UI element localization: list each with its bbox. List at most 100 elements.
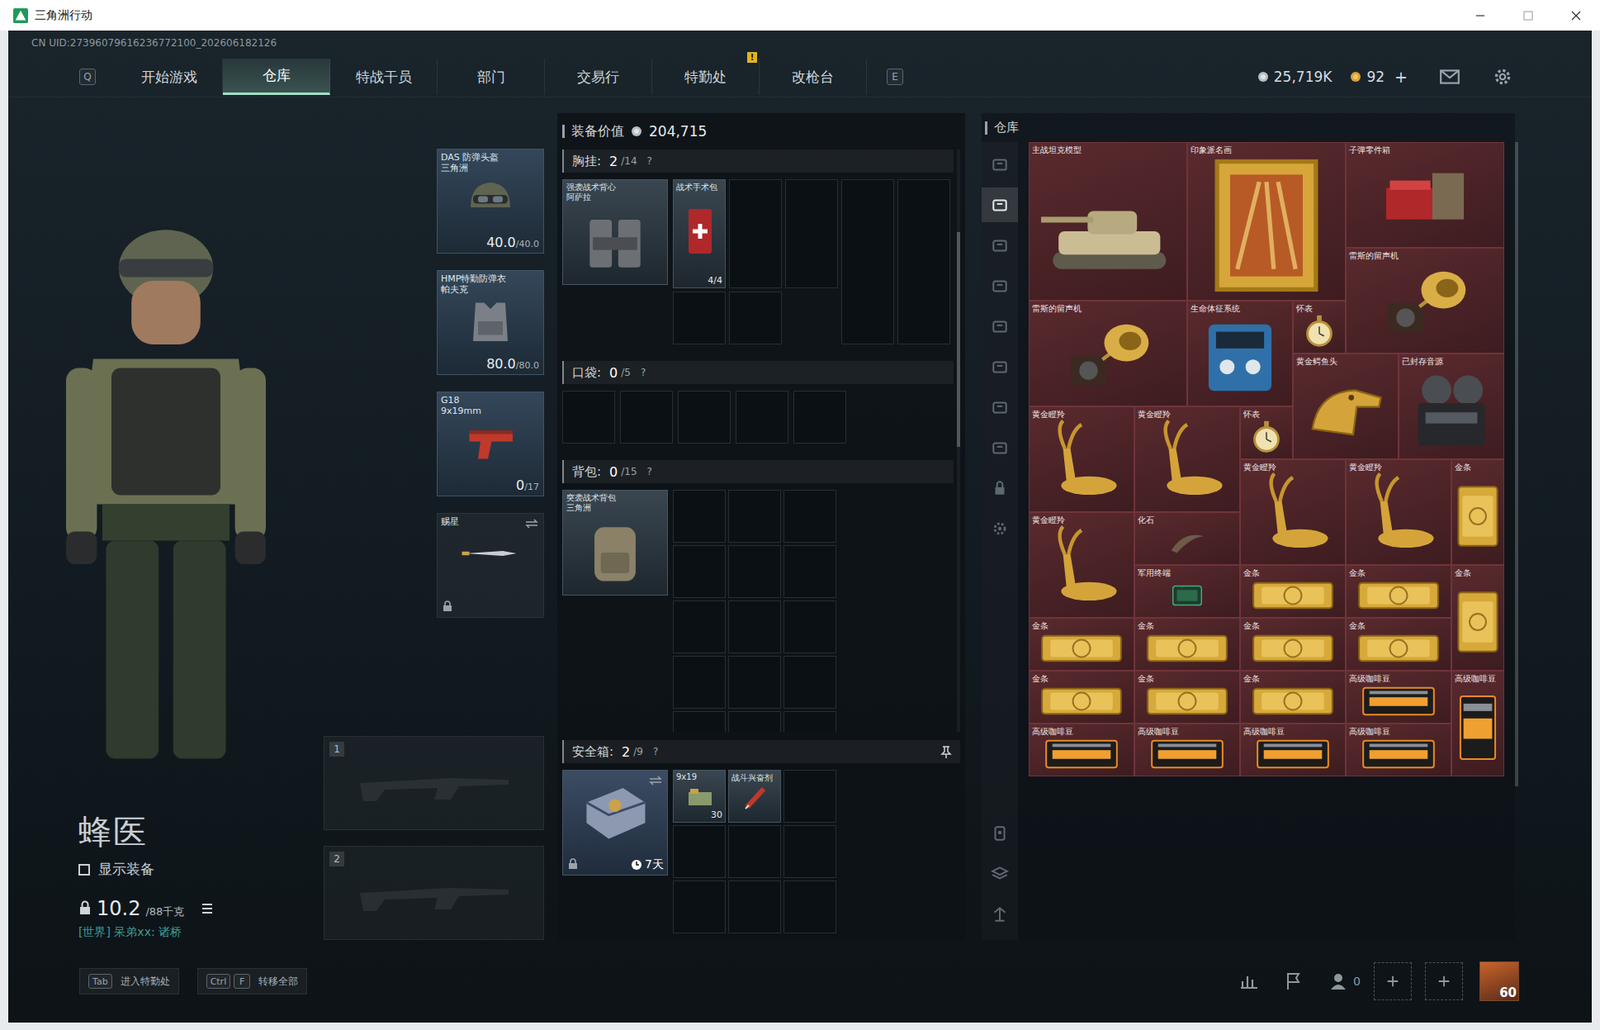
warehouse-item[interactable]: 高级咖啡豆 bbox=[1134, 723, 1241, 777]
equipment-slot[interactable]: DAS 防弹头盔 三角洲 40.0/40.0 bbox=[436, 148, 545, 254]
warehouse-item[interactable]: 金条 bbox=[1028, 670, 1135, 724]
warehouse-item[interactable]: 高级咖啡豆 bbox=[1240, 723, 1346, 777]
warehouse-item[interactable]: 怀表 bbox=[1292, 300, 1346, 354]
warehouse-item[interactable]: 高级咖啡豆 bbox=[1345, 670, 1452, 724]
backpack-slot[interactable] bbox=[728, 489, 782, 543]
item[interactable]: 战斗兴奋剂 bbox=[728, 769, 782, 823]
mail-icon[interactable] bbox=[1439, 66, 1461, 88]
empty-slot[interactable] bbox=[841, 179, 895, 345]
empty-slot[interactable] bbox=[897, 179, 951, 345]
warehouse-tool[interactable] bbox=[981, 896, 1018, 932]
show-gear-toggle[interactable]: 显示装备 bbox=[78, 859, 324, 879]
help-button[interactable]: ? bbox=[653, 745, 658, 758]
warehouse-tool[interactable] bbox=[981, 856, 1018, 891]
warehouse-tab[interactable] bbox=[981, 308, 1018, 344]
pocket-slot[interactable] bbox=[677, 390, 731, 444]
safe-slot[interactable] bbox=[783, 880, 837, 933]
backpack-slot[interactable] bbox=[728, 544, 782, 598]
pocket-slot[interactable] bbox=[620, 390, 673, 444]
backpack-slot[interactable] bbox=[783, 710, 837, 732]
backpack-slot[interactable] bbox=[672, 600, 726, 654]
warehouse-item[interactable]: 金条 bbox=[1345, 617, 1452, 671]
maximize-icon[interactable] bbox=[1504, 0, 1553, 31]
warehouse-item[interactable]: 化石 bbox=[1134, 511, 1241, 565]
pocket-slot[interactable] bbox=[793, 390, 847, 444]
help-button[interactable]: ? bbox=[647, 155, 653, 167]
chat-message[interactable]: [世界] 呆弟xx: 诸桥 bbox=[78, 924, 324, 940]
backpack-slot[interactable] bbox=[672, 655, 726, 709]
key-hint-button[interactable]: Tab 进入特勤处 bbox=[79, 967, 180, 995]
backpack-slot[interactable] bbox=[783, 600, 837, 654]
list-icon[interactable] bbox=[200, 901, 214, 915]
invite-slot[interactable] bbox=[1424, 961, 1463, 1000]
warehouse-tab[interactable] bbox=[981, 187, 1018, 223]
gear-icon[interactable] bbox=[1491, 66, 1514, 88]
pocket-slot[interactable] bbox=[735, 390, 789, 444]
backpack[interactable]: 突袭战术背包三角洲 bbox=[562, 489, 668, 596]
friends-button[interactable]: 0 bbox=[1328, 970, 1361, 991]
warehouse-item[interactable]: 生命体征系统 bbox=[1187, 300, 1293, 407]
warehouse-item[interactable]: 子弹零件箱 bbox=[1345, 142, 1505, 248]
nav-tab[interactable]: 改枪台 bbox=[759, 58, 867, 95]
empty-slot[interactable] bbox=[728, 179, 782, 289]
backpack-slot[interactable] bbox=[672, 489, 726, 543]
pocket-slot[interactable] bbox=[562, 390, 616, 444]
nav-tab[interactable]: 特勤处 ! bbox=[652, 58, 760, 95]
stats-icon[interactable] bbox=[1239, 970, 1260, 991]
minimize-icon[interactable] bbox=[1456, 0, 1505, 31]
secure-case[interactable]: 7天 bbox=[562, 769, 668, 876]
nav-tab[interactable]: 交易行 bbox=[544, 58, 653, 95]
player-avatar[interactable]: 60 bbox=[1479, 960, 1520, 1001]
warehouse-tool[interactable] bbox=[981, 815, 1018, 851]
backpack-slot[interactable] bbox=[728, 600, 782, 654]
checkbox[interactable] bbox=[78, 863, 90, 876]
warehouse-item[interactable]: 金条 bbox=[1134, 617, 1241, 671]
safe-slot[interactable] bbox=[728, 880, 782, 933]
swap-icon[interactable] bbox=[648, 775, 663, 786]
warehouse-item[interactable]: 军用终端 bbox=[1134, 564, 1241, 618]
item[interactable]: 战术手术包 4/4 bbox=[672, 179, 726, 289]
backpack-slot[interactable] bbox=[783, 544, 837, 598]
warehouse-item[interactable]: 黄金瞪羚 bbox=[1134, 406, 1241, 512]
warehouse-tab[interactable] bbox=[981, 349, 1018, 384]
swap-icon[interactable] bbox=[525, 518, 539, 529]
safe-slot[interactable] bbox=[672, 824, 726, 878]
warehouse-item[interactable]: 高级咖啡豆 bbox=[1028, 723, 1135, 777]
warehouse-item[interactable]: 黄金鳄鱼头 bbox=[1292, 353, 1399, 460]
warehouse-item[interactable]: 已封存音源 bbox=[1398, 353, 1505, 460]
backpack-slot[interactable] bbox=[672, 710, 726, 732]
nav-tab[interactable]: 特战干员 bbox=[330, 58, 438, 95]
flag-icon[interactable] bbox=[1283, 970, 1304, 991]
safe-slot[interactable] bbox=[783, 824, 837, 878]
character-model[interactable] bbox=[8, 113, 324, 810]
warehouse-item[interactable]: 黄金瞪羚 bbox=[1240, 459, 1346, 565]
warehouse-item[interactable]: 金条 bbox=[1345, 564, 1452, 618]
backpack-slot[interactable] bbox=[672, 544, 726, 598]
invite-slot[interactable] bbox=[1373, 961, 1412, 1000]
empty-slot[interactable] bbox=[728, 291, 782, 345]
warehouse-tab[interactable] bbox=[981, 227, 1018, 263]
equipment-slot[interactable]: G18 9x19mm 0/17 bbox=[436, 391, 545, 497]
empty-slot[interactable] bbox=[785, 179, 838, 289]
warehouse-item[interactable]: 雷斯的留声机 bbox=[1345, 247, 1505, 354]
warehouse-item[interactable]: 黄金瞪羚 bbox=[1345, 459, 1452, 565]
help-button[interactable]: ? bbox=[647, 465, 653, 478]
warehouse-tab[interactable] bbox=[981, 430, 1018, 465]
warehouse-item[interactable]: 金条 bbox=[1240, 617, 1346, 671]
weapon-slot[interactable]: 2 bbox=[323, 845, 545, 940]
nav-tab[interactable]: 仓库 bbox=[222, 58, 331, 95]
weapon-slot[interactable]: 1 bbox=[323, 735, 545, 830]
warehouse-item[interactable]: 金条 bbox=[1240, 670, 1346, 724]
key-hint-button[interactable]: CtrlF 转移全部 bbox=[197, 967, 308, 995]
warehouse-settings[interactable] bbox=[981, 511, 1018, 546]
close-icon[interactable] bbox=[1552, 0, 1600, 31]
warehouse-item[interactable]: 黄金瞪羚 bbox=[1028, 406, 1135, 512]
empty-slot[interactable] bbox=[672, 291, 726, 345]
help-button[interactable]: ? bbox=[640, 366, 646, 379]
item[interactable]: 9x19 30 bbox=[672, 769, 726, 823]
warehouse-item[interactable]: 金条 bbox=[1451, 564, 1505, 671]
warehouse-item[interactable]: 金条 bbox=[1240, 564, 1346, 618]
safe-slot[interactable] bbox=[728, 824, 782, 878]
pin-icon[interactable] bbox=[940, 744, 952, 758]
backpack-slot[interactable] bbox=[728, 710, 782, 732]
